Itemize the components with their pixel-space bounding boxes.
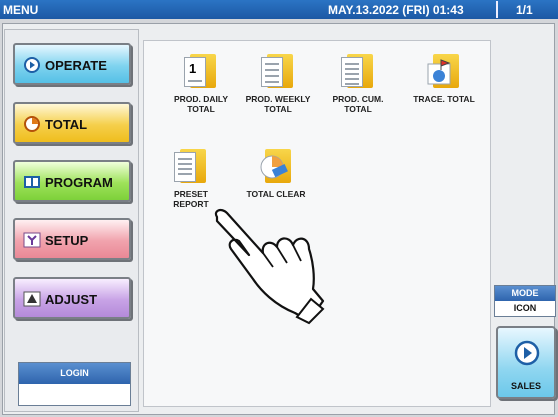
- datetime: MAY.13.2022 (FRI) 01:43: [328, 3, 464, 17]
- tile-label: REPORT: [173, 199, 209, 209]
- top-bar: MENU MAY.13.2022 (FRI) 01:43 1/1: [0, 0, 558, 19]
- daily-report-icon: 1: [184, 52, 218, 90]
- adjust-button[interactable]: ADJUST: [13, 277, 131, 319]
- preset-report-icon: [174, 147, 208, 185]
- prod-daily-total-tile[interactable]: 1 PROD. DAILY TOTAL: [161, 52, 241, 114]
- tile-label: TRACE. TOTAL: [413, 94, 475, 104]
- program-button[interactable]: PROGRAM: [13, 160, 131, 202]
- tile-label: TOTAL: [264, 104, 292, 114]
- menu-title: MENU: [3, 3, 39, 17]
- tile-label: PROD. WEEKLY: [245, 94, 311, 104]
- adjust-icon: [23, 291, 41, 307]
- adjust-label: ADJUST: [45, 292, 98, 307]
- setup-button[interactable]: SETUP: [13, 218, 131, 260]
- tile-label: PROD. DAILY: [173, 94, 228, 104]
- operate-label: OPERATE: [45, 58, 107, 73]
- prod-cum-total-tile[interactable]: PROD. CUM. TOTAL: [318, 52, 398, 114]
- setup-label: SETUP: [45, 233, 89, 248]
- total-clear-icon: [259, 147, 293, 185]
- pointing-hand-icon: [214, 208, 325, 325]
- prod-weekly-total-tile[interactable]: PROD. WEEKLY TOTAL: [238, 52, 318, 114]
- trace-icon: [427, 52, 461, 90]
- weekly-report-icon: [261, 52, 295, 90]
- operate-button[interactable]: OPERATE: [13, 43, 131, 85]
- sales-label: SALES: [510, 381, 541, 391]
- page-indicator: 1/1: [516, 3, 533, 17]
- total-label: TOTAL: [45, 117, 88, 132]
- book-icon: [23, 174, 41, 190]
- clock-icon: [23, 116, 41, 132]
- play-icon: [23, 57, 41, 73]
- tile-label: TOTAL: [344, 104, 372, 114]
- login-label: LOGIN: [19, 363, 130, 384]
- login-box[interactable]: LOGIN: [18, 362, 131, 406]
- mode-label: MODE: [495, 286, 555, 301]
- mode-value: ICON: [513, 303, 537, 313]
- cumulative-report-icon: [341, 52, 375, 90]
- tile-label: PROD. CUM.: [332, 94, 384, 104]
- program-label: PROGRAM: [45, 175, 113, 190]
- trace-total-tile[interactable]: TRACE. TOTAL: [404, 52, 484, 104]
- total-button[interactable]: TOTAL: [13, 102, 131, 144]
- wrench-icon: [23, 232, 41, 248]
- play-circle-icon: [514, 340, 540, 366]
- preset-report-tile[interactable]: PRESET REPORT: [151, 147, 231, 209]
- tile-label: TOTAL: [187, 104, 215, 114]
- sales-button[interactable]: SALES: [496, 326, 556, 399]
- tile-label: TOTAL CLEAR: [246, 189, 306, 199]
- divider: [496, 1, 498, 18]
- tile-label: PRESET: [173, 189, 208, 199]
- mode-indicator[interactable]: MODE ICON: [494, 285, 556, 317]
- total-clear-tile[interactable]: TOTAL CLEAR: [236, 147, 316, 199]
